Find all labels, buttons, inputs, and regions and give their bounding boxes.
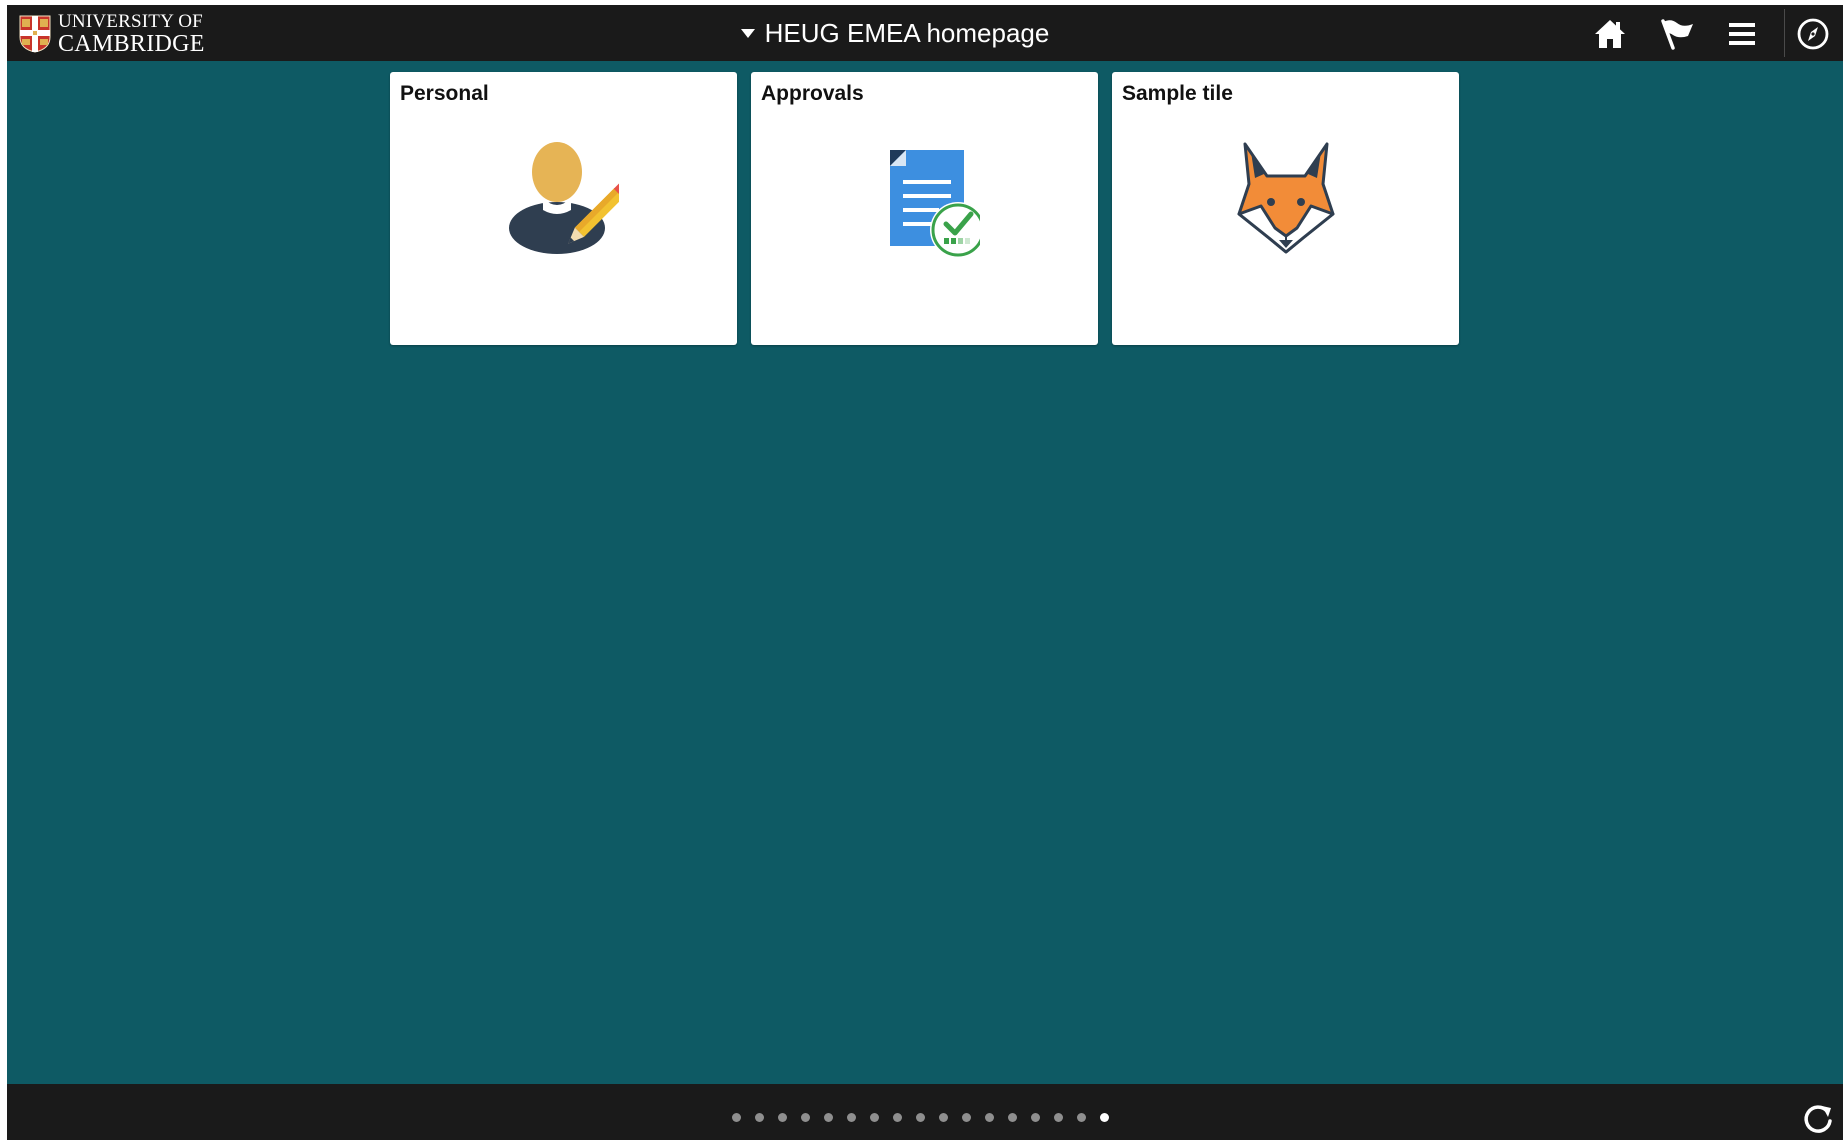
tile-title: Approvals <box>761 82 864 105</box>
navbar-compass-icon <box>1797 18 1829 50</box>
tile-title: Personal <box>400 82 489 105</box>
tile-personal[interactable]: Personal <box>390 72 737 345</box>
caret-down-icon <box>740 28 755 38</box>
page-title: HEUG EMEA homepage <box>764 17 1050 48</box>
home-icon <box>1595 20 1625 48</box>
page-dot[interactable] <box>985 1113 994 1122</box>
page-dot[interactable] <box>732 1113 741 1122</box>
document-check-icon <box>889 150 980 258</box>
page-indicator <box>732 1113 1109 1122</box>
navbar-button[interactable] <box>1794 15 1832 53</box>
header-divider <box>1784 9 1785 57</box>
notifications-button[interactable] <box>1658 15 1696 53</box>
page-dot[interactable] <box>1008 1113 1017 1122</box>
home-button[interactable] <box>1591 15 1629 53</box>
tile-approvals[interactable]: Approvals <box>751 72 1098 345</box>
page-dot[interactable] <box>1100 1113 1109 1122</box>
header-bar: UNIVERSITY OF CAMBRIDGE HEUG EMEA homepa… <box>7 5 1843 61</box>
fox-icon <box>1237 142 1334 254</box>
app-frame: UNIVERSITY OF CAMBRIDGE HEUG EMEA homepa… <box>7 5 1843 1140</box>
page-dot[interactable] <box>801 1113 810 1122</box>
tile-sample[interactable]: Sample tile <box>1112 72 1459 345</box>
flag-icon <box>1661 19 1693 50</box>
page-dot[interactable] <box>847 1113 856 1122</box>
page-dot[interactable] <box>778 1113 787 1122</box>
logo-line-1: UNIVERSITY OF <box>58 11 203 32</box>
actions-menu-button[interactable] <box>1723 15 1761 53</box>
page-dot[interactable] <box>893 1113 902 1122</box>
page-dot[interactable] <box>755 1113 764 1122</box>
cambridge-crest-icon <box>19 15 51 53</box>
person-edit-icon <box>508 142 619 254</box>
menu-icon <box>1729 23 1755 45</box>
page-dot[interactable] <box>1054 1113 1063 1122</box>
homepage-selector[interactable]: HEUG EMEA homepage <box>740 17 1050 49</box>
page-dot[interactable] <box>870 1113 879 1122</box>
tile-title: Sample tile <box>1122 82 1233 105</box>
footer-bar <box>7 1084 1843 1140</box>
page-dot[interactable] <box>1077 1113 1086 1122</box>
logo-line-2: CAMBRIDGE <box>58 31 205 57</box>
page-dot[interactable] <box>1031 1113 1040 1122</box>
university-logo[interactable]: UNIVERSITY OF CAMBRIDGE <box>19 11 205 57</box>
page-dot[interactable] <box>824 1113 833 1122</box>
page-dot[interactable] <box>916 1113 925 1122</box>
page-dot[interactable] <box>939 1113 948 1122</box>
refresh-icon[interactable] <box>1800 1101 1836 1137</box>
page-dot[interactable] <box>962 1113 971 1122</box>
